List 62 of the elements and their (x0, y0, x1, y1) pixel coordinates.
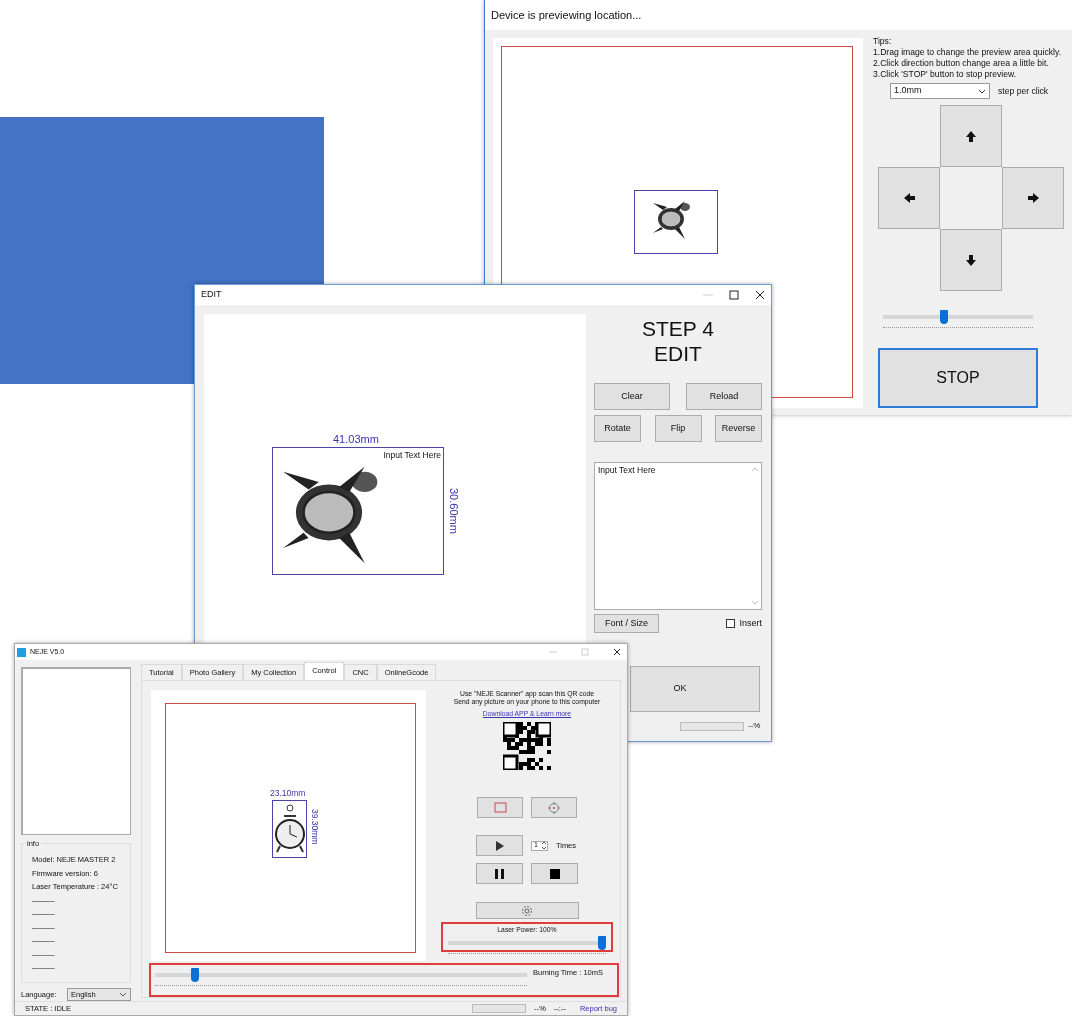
edit-button[interactable]: Clear (594, 383, 670, 410)
tip-text: 1.Drag image to change the preview area quickly. (873, 47, 1063, 58)
gear-icon (521, 904, 533, 917)
close-icon[interactable] (755, 290, 765, 300)
pause-button[interactable] (476, 863, 523, 885)
scroll-up-icon[interactable] (751, 466, 759, 473)
up-arrow-icon (964, 129, 978, 143)
image-list[interactable] (21, 667, 131, 835)
chevron-down-icon (978, 87, 986, 95)
close-icon[interactable] (613, 648, 621, 656)
rectangle-icon (493, 802, 507, 814)
center-button[interactable] (531, 797, 577, 819)
app-icon (17, 647, 26, 657)
right-arrow-icon (1026, 191, 1040, 205)
edit-button[interactable]: Rotate (594, 415, 641, 442)
width-dimension: 41.03mm (333, 432, 379, 447)
insert-checkbox[interactable] (726, 619, 736, 628)
step-heading: EDIT (653, 341, 703, 366)
height-dimension: 30.60mm (446, 488, 461, 534)
stop-button[interactable] (531, 863, 578, 885)
minimize-icon[interactable] (549, 648, 557, 656)
direction-button[interactable] (940, 105, 1002, 167)
stop-icon (549, 868, 560, 879)
slider-thumb[interactable] (939, 310, 948, 324)
step-label: step per click (998, 84, 1049, 98)
tip-text: Tips: (873, 36, 893, 47)
qr-code (503, 722, 551, 771)
pause-icon (495, 868, 504, 879)
edit-button[interactable]: Reverse (715, 415, 762, 442)
play-button[interactable] (476, 835, 523, 857)
crosshair-icon (548, 801, 560, 814)
settings-button[interactable] (475, 902, 579, 920)
direction-button[interactable] (1002, 167, 1064, 229)
ok-button[interactable]: OK (630, 666, 760, 712)
text-input-field[interactable]: Input Text Here (595, 463, 659, 478)
height-dimension: 39.30mm (308, 809, 321, 845)
spinner-arrows-icon (540, 841, 547, 851)
window-title: Device is previewing location... (491, 7, 642, 23)
down-arrow-icon (964, 253, 978, 267)
step-heading: STEP 4 (641, 316, 715, 341)
chevron-down-icon (119, 991, 127, 998)
stop-button[interactable]: STOP (878, 348, 1038, 408)
play-icon (494, 840, 505, 851)
progress-percent: --% (748, 720, 761, 732)
slider-thumb[interactable] (191, 968, 200, 983)
slider-thumb[interactable] (598, 936, 606, 951)
step-select[interactable]: 1.0mm (890, 83, 990, 99)
edit-button[interactable]: Reload (686, 383, 762, 410)
tip-text: 3.Click 'STOP' button to stop preview. (873, 69, 1018, 80)
window-title: EDIT (201, 288, 222, 302)
edit-button[interactable]: Flip (654, 415, 702, 442)
width-dimension: 23.10mm (270, 787, 306, 800)
frame-button[interactable] (477, 797, 523, 819)
scroll-down-icon[interactable] (751, 599, 759, 606)
font-size-button[interactable]: Font / Size (594, 614, 659, 633)
insert-label: Insert (739, 616, 762, 630)
direction-button[interactable] (878, 167, 940, 229)
overlay-text: Input Text Here (383, 449, 441, 462)
maximize-icon[interactable] (729, 290, 739, 300)
direction-button[interactable] (940, 229, 1002, 291)
left-arrow-icon (902, 191, 916, 205)
tip-text: 2.Click direction button change area a little bit. (873, 58, 1050, 69)
